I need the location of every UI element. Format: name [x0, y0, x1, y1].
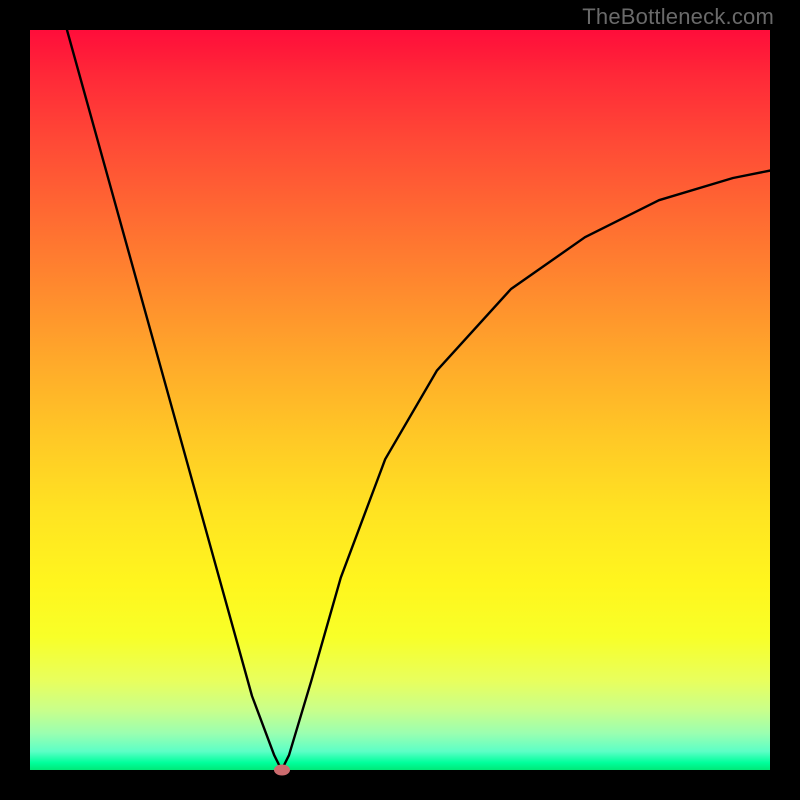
plot-area — [30, 30, 770, 770]
bottleneck-curve — [67, 30, 770, 770]
watermark-text: TheBottleneck.com — [582, 4, 774, 30]
chart-frame: TheBottleneck.com — [0, 0, 800, 800]
optimum-marker — [274, 765, 290, 776]
curve-svg — [30, 30, 770, 770]
